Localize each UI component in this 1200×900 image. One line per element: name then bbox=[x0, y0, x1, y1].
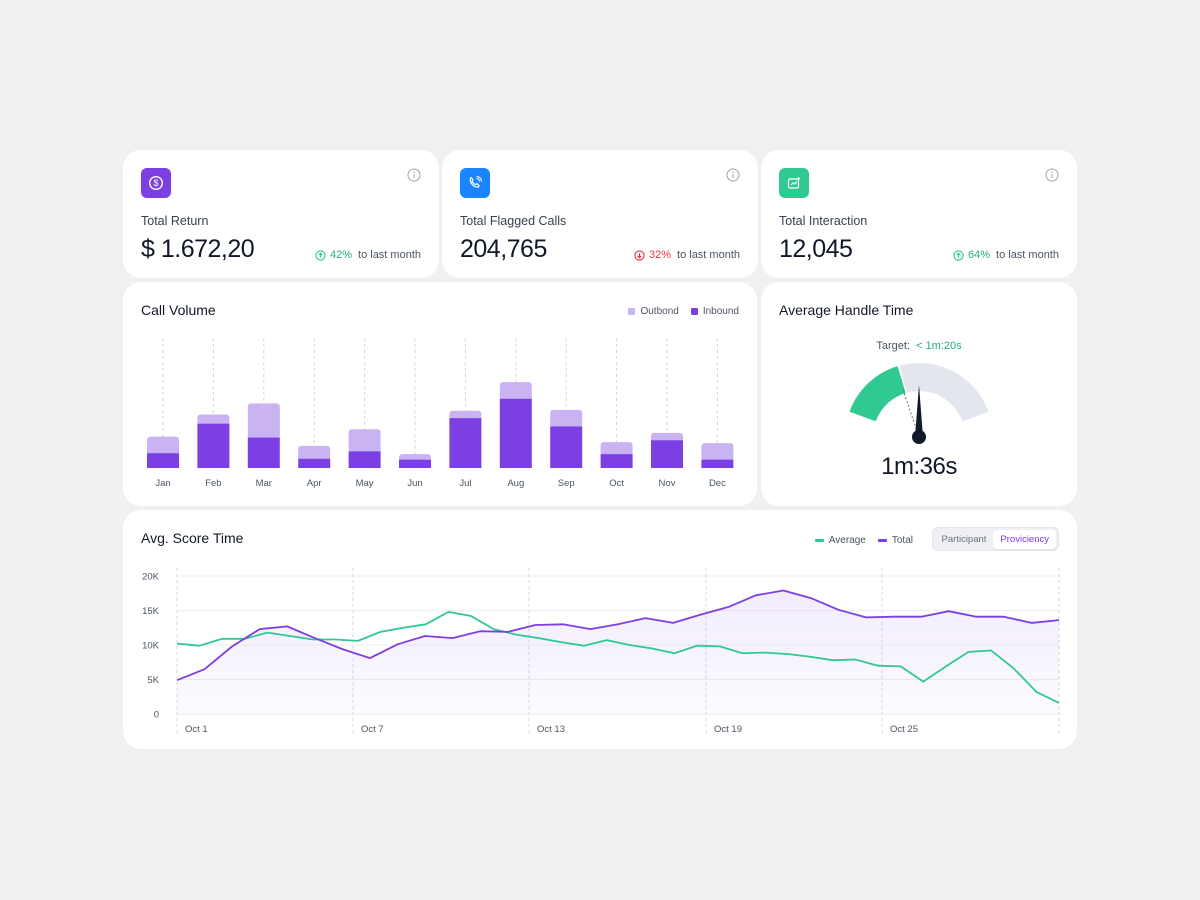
y-tick-label: 5K bbox=[147, 675, 159, 686]
y-tick-label: 0 bbox=[154, 710, 159, 721]
gauge-track bbox=[899, 363, 989, 422]
bar-inbound bbox=[399, 459, 431, 468]
info-icon[interactable] bbox=[1045, 168, 1059, 182]
average-handle-time-card: Average Handle Time Target: < 1m:20s 1m:… bbox=[761, 282, 1077, 506]
bar-outbound bbox=[499, 382, 532, 401]
x-tick-label: May bbox=[356, 478, 374, 489]
avg-score-time-card: Avg. Score Time Average Total Participan… bbox=[123, 510, 1077, 749]
x-tick-label: Oct 19 bbox=[714, 724, 742, 735]
total-return-card: $ Total Return $ 1.672,20 42% to last mo… bbox=[123, 150, 439, 278]
info-icon[interactable] bbox=[726, 168, 740, 182]
bar-inbound bbox=[600, 454, 633, 468]
bar-inbound bbox=[197, 423, 230, 468]
bar-outbound bbox=[550, 409, 583, 429]
change-suffix: to last month bbox=[358, 249, 421, 261]
change-suffix: to last month bbox=[677, 249, 740, 261]
change-percent: 32% bbox=[648, 249, 672, 261]
x-tick-label: Apr bbox=[307, 478, 322, 489]
x-tick-label: Feb bbox=[205, 478, 221, 489]
x-tick-label: Oct 13 bbox=[537, 724, 565, 735]
y-tick-label: 10K bbox=[142, 641, 160, 652]
stat-change: 64% to last month bbox=[953, 249, 1059, 261]
stat-value: 12,045 bbox=[779, 235, 853, 263]
bar-outbound bbox=[600, 442, 633, 457]
arrow-up-circle-icon bbox=[953, 249, 964, 261]
stat-label: Total Interaction bbox=[779, 214, 868, 228]
bar-outbound bbox=[247, 403, 280, 440]
x-tick-label: Dec bbox=[709, 478, 726, 489]
bar-inbound bbox=[298, 458, 331, 468]
svg-text:$: $ bbox=[153, 178, 158, 188]
change-percent: 42% bbox=[329, 249, 353, 261]
x-tick-label: Mar bbox=[256, 478, 272, 489]
bar-inbound bbox=[247, 437, 280, 468]
gauge-needle-hub bbox=[912, 430, 926, 444]
y-tick-label: 20K bbox=[142, 572, 160, 583]
x-tick-label: Jan bbox=[155, 478, 170, 489]
gauge-fill bbox=[849, 366, 906, 422]
x-tick-label: Nov bbox=[659, 478, 676, 489]
y-tick-label: 15K bbox=[142, 606, 160, 617]
bar-outbound bbox=[701, 443, 734, 462]
stat-label: Total Flagged Calls bbox=[460, 214, 567, 228]
x-tick-label: Jun bbox=[407, 478, 422, 489]
stat-change: 32% to last month bbox=[634, 249, 740, 261]
arrow-down-circle-icon bbox=[634, 249, 645, 261]
bar-outbound bbox=[298, 445, 331, 461]
bar-inbound bbox=[550, 426, 583, 468]
bar-inbound bbox=[348, 451, 381, 468]
change-suffix: to last month bbox=[996, 249, 1059, 261]
total-area bbox=[177, 590, 1059, 714]
total-flagged-calls-card: Total Flagged Calls 204,765 32% to last … bbox=[442, 150, 758, 278]
bar-inbound bbox=[449, 418, 482, 468]
stat-change: 42% to last month bbox=[315, 249, 421, 261]
interaction-icon bbox=[779, 168, 809, 198]
bar-inbound bbox=[651, 440, 683, 468]
x-tick-label: Oct bbox=[609, 478, 624, 489]
gauge-needle bbox=[915, 385, 923, 437]
handle-time-value: 1m:36s bbox=[881, 453, 957, 480]
bar-inbound bbox=[499, 398, 532, 468]
x-tick-label: Oct 25 bbox=[890, 724, 918, 735]
score-time-chart: 0 5K 10K 15K 20K Oct 1 Oct 7 Oct 13 Oct 19 Oct 25 bbox=[142, 568, 1060, 735]
stat-value: $ 1.672,20 bbox=[141, 235, 255, 263]
bar-inbound bbox=[147, 453, 179, 468]
change-percent: 64% bbox=[967, 249, 991, 261]
total-interaction-card: Total Interaction 12,045 64% to last mon… bbox=[761, 150, 1077, 278]
info-icon[interactable] bbox=[407, 168, 421, 182]
dollar-circle-icon: $ bbox=[141, 168, 171, 198]
call-volume-card: Call Volume Outbond Inbound Jan Feb Mar Apr… bbox=[123, 282, 757, 506]
call-volume-chart: Jan Feb Mar Apr May Jun Jul Aug Sep Oct Nov Dec bbox=[147, 338, 734, 489]
stat-label: Total Return bbox=[141, 214, 209, 228]
stat-value: 204,765 bbox=[460, 235, 547, 263]
x-tick-label: Oct 1 bbox=[185, 724, 208, 735]
phone-call-icon bbox=[460, 168, 490, 198]
x-tick-label: Jul bbox=[459, 478, 471, 489]
bar-outbound bbox=[147, 436, 179, 456]
arrow-up-circle-icon bbox=[315, 249, 326, 261]
x-tick-label: Aug bbox=[507, 478, 524, 489]
bar-inbound bbox=[701, 459, 734, 468]
bar-outbound bbox=[348, 429, 381, 454]
x-tick-label: Sep bbox=[558, 478, 575, 489]
x-tick-label: Oct 7 bbox=[361, 724, 384, 735]
